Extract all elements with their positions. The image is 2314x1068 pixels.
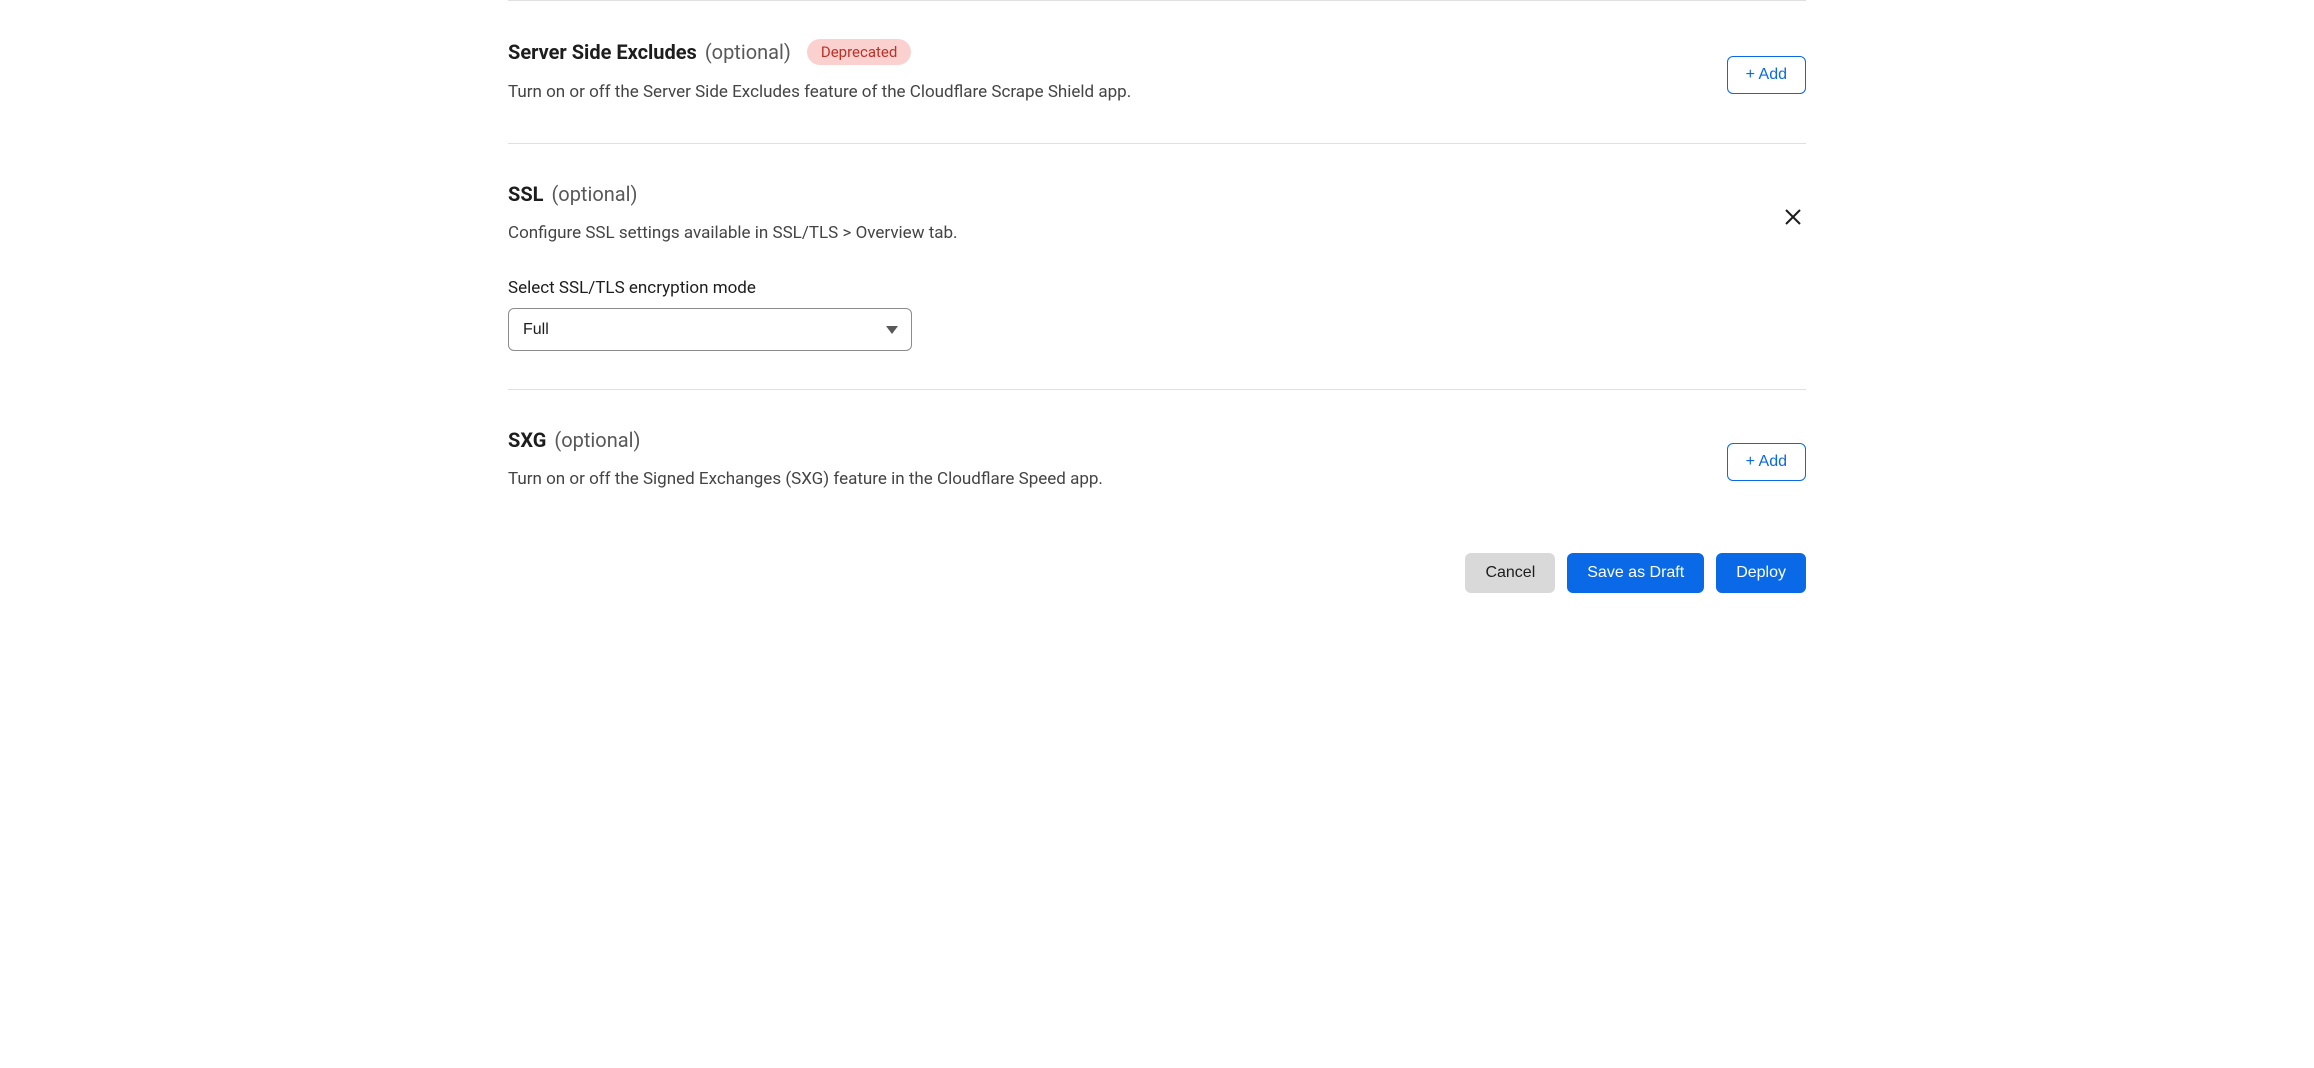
save-draft-button[interactable]: Save as Draft [1567, 553, 1704, 593]
footer-actions: Cancel Save as Draft Deploy [508, 553, 1806, 593]
ssl-optional-label: (optional) [551, 182, 637, 206]
deploy-button[interactable]: Deploy [1716, 553, 1806, 593]
ssl-description: Configure SSL settings available in SSL/… [508, 222, 1780, 246]
deprecated-badge: Deprecated [807, 39, 911, 65]
sxg-description: Turn on or off the Signed Exchanges (SXG… [508, 468, 1103, 492]
ssl-mode-select[interactable]: Full [508, 308, 912, 351]
section-sxg: SXG (optional) Turn on or off the Signed… [508, 389, 1806, 530]
sse-description: Turn on or off the Server Side Excludes … [508, 81, 1131, 105]
ssl-field-label: Select SSL/TLS encryption mode [508, 278, 1806, 298]
section-server-side-excludes: Server Side Excludes (optional) Deprecat… [508, 0, 1806, 143]
sxg-add-button[interactable]: + Add [1727, 443, 1806, 481]
sxg-title: SXG [508, 428, 546, 452]
ssl-close-icon[interactable] [1780, 204, 1806, 230]
sse-title: Server Side Excludes [508, 40, 697, 64]
sse-optional-label: (optional) [705, 40, 791, 64]
section-ssl: SSL (optional) Configure SSL settings av… [508, 143, 1806, 389]
sse-add-button[interactable]: + Add [1727, 56, 1806, 94]
sxg-optional-label: (optional) [554, 428, 640, 452]
cancel-button[interactable]: Cancel [1465, 553, 1555, 593]
ssl-title: SSL [508, 182, 543, 206]
